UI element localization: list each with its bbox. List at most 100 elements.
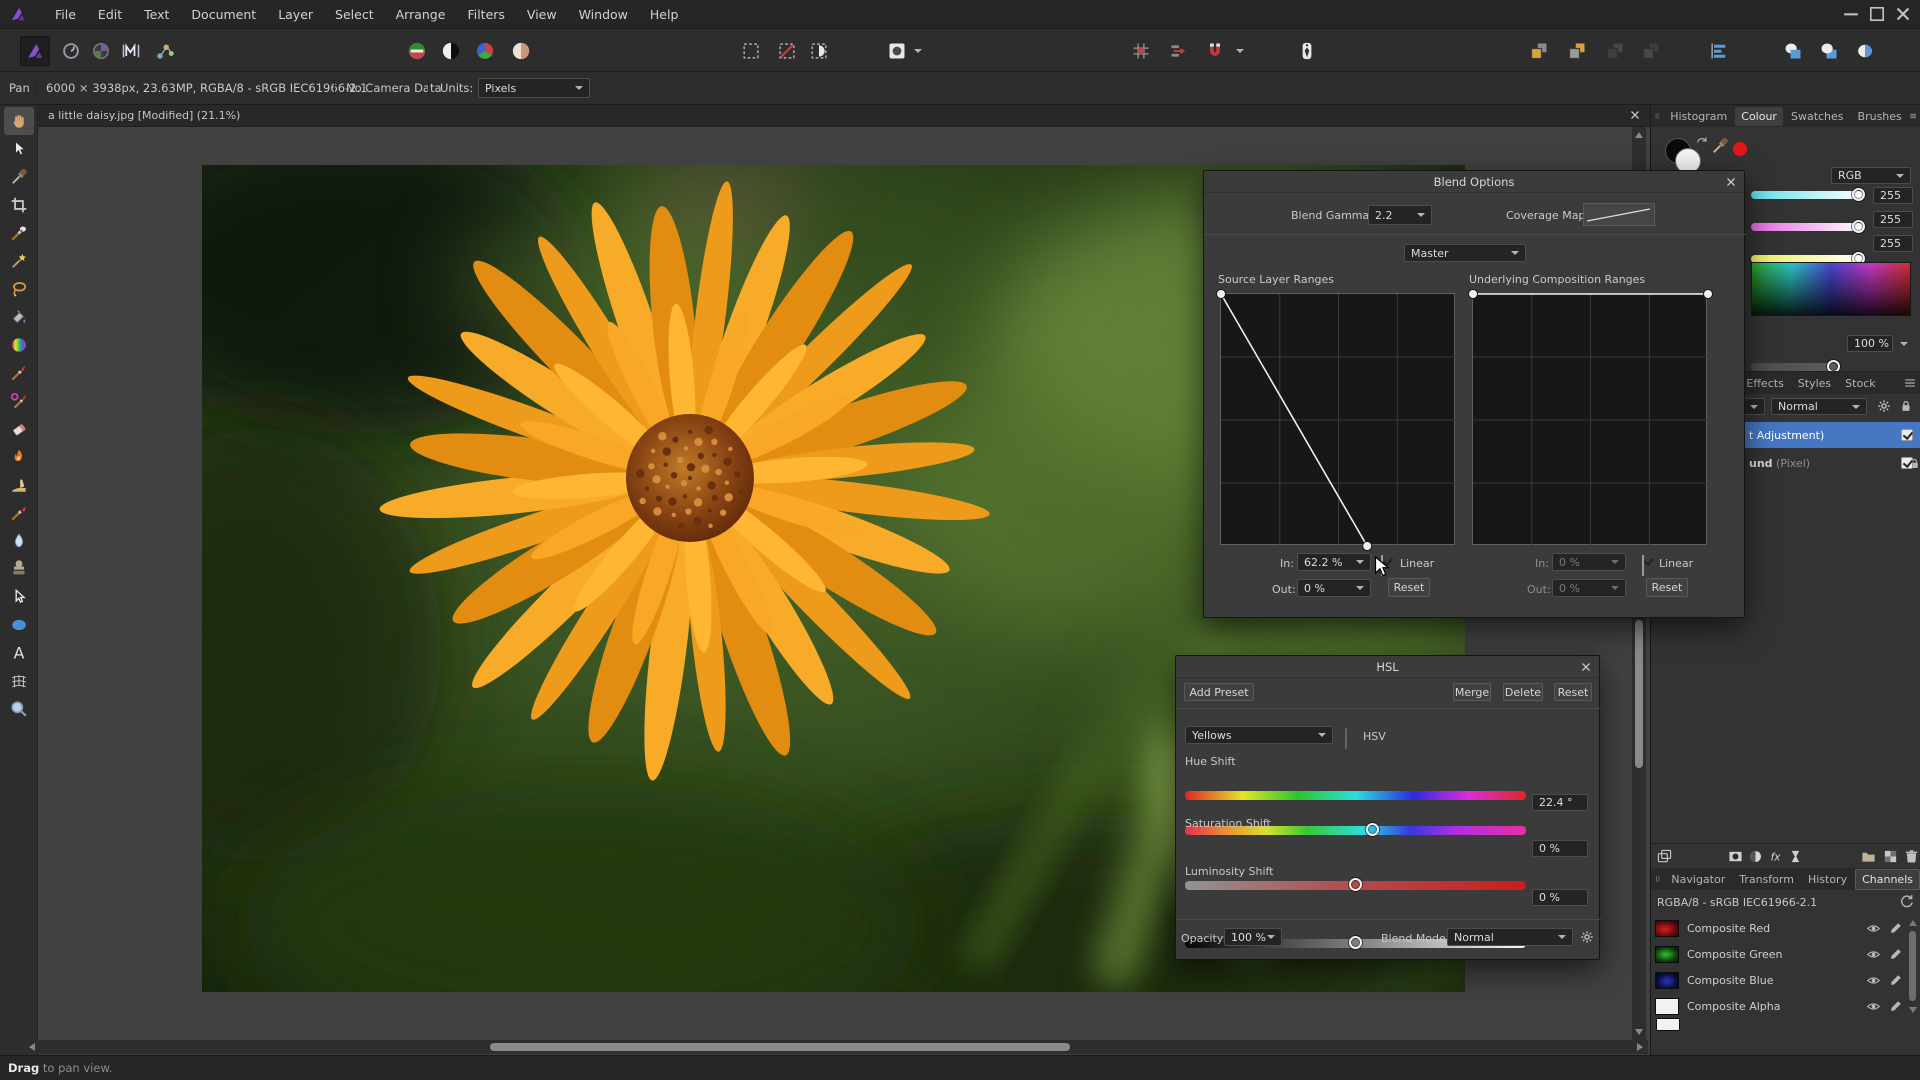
group-layers-icon[interactable] bbox=[1861, 849, 1876, 864]
maximize-button[interactable] bbox=[1864, 3, 1890, 25]
layer-visibility-checkbox[interactable] bbox=[1901, 429, 1913, 441]
gradient-tool[interactable] bbox=[4, 331, 34, 359]
scroll-left-icon[interactable] bbox=[29, 1043, 35, 1051]
boolean-add-button[interactable] bbox=[1778, 36, 1808, 66]
menu-view[interactable]: View bbox=[516, 0, 568, 29]
boolean-subtract-button[interactable] bbox=[1814, 36, 1844, 66]
underlying-linear-checkbox[interactable] bbox=[1642, 555, 1644, 576]
hsl-settings-gear-icon[interactable] bbox=[1580, 930, 1594, 944]
move-tool[interactable] bbox=[4, 135, 34, 163]
coverage-map-thumbnail[interactable] bbox=[1583, 203, 1655, 226]
assistant-button[interactable] bbox=[1292, 36, 1322, 66]
pixel-grid-button[interactable] bbox=[1126, 36, 1156, 66]
selection-brush-tool[interactable] bbox=[4, 219, 34, 247]
liquify-persona-button[interactable] bbox=[56, 36, 86, 66]
tab-colour[interactable]: Colour bbox=[1735, 107, 1783, 126]
mesh-warp-tool[interactable] bbox=[4, 667, 34, 695]
menu-edit[interactable]: Edit bbox=[87, 0, 133, 29]
layer-lock-icon[interactable] bbox=[1899, 399, 1913, 413]
luminosity-shift-value[interactable]: 0 % bbox=[1532, 889, 1588, 906]
snapping-button[interactable] bbox=[1200, 36, 1230, 66]
luminosity-shift-handle[interactable] bbox=[1349, 936, 1362, 949]
tab-history[interactable]: History bbox=[1802, 870, 1853, 889]
colour-opacity-value[interactable]: 100 % bbox=[1847, 335, 1893, 352]
scroll-up-icon[interactable] bbox=[1635, 132, 1643, 138]
picked-colour-swatch[interactable] bbox=[1733, 142, 1747, 156]
develop-persona-button[interactable] bbox=[86, 36, 116, 66]
flood-fill-tool[interactable] bbox=[4, 303, 34, 331]
green-value[interactable]: 255 bbox=[1873, 211, 1913, 228]
source-in-select[interactable]: 62.2 % bbox=[1297, 553, 1371, 571]
sharpen-brush-tool[interactable] bbox=[4, 499, 34, 527]
menu-arrange[interactable]: Arrange bbox=[385, 0, 457, 29]
menu-window[interactable]: Window bbox=[568, 0, 639, 29]
node-tool[interactable] bbox=[4, 583, 34, 611]
source-ranges-curve[interactable] bbox=[1220, 293, 1455, 545]
panel-grip-icon[interactable] bbox=[1653, 872, 1662, 886]
snapping-options-caret[interactable] bbox=[1236, 49, 1244, 53]
hsl-preset-select[interactable]: Yellows bbox=[1185, 726, 1333, 744]
channel-visible-icon[interactable] bbox=[1866, 973, 1881, 988]
scroll-down-icon[interactable] bbox=[1635, 1029, 1643, 1035]
force-pixel-alignment-button[interactable] bbox=[1164, 36, 1194, 66]
minimize-button[interactable] bbox=[1838, 3, 1864, 25]
artistic-text-tool[interactable]: A bbox=[4, 639, 34, 667]
layer-settings-gear-icon[interactable] bbox=[1877, 399, 1891, 413]
underlying-out-select[interactable]: 0 % bbox=[1552, 579, 1626, 597]
zoom-tool[interactable] bbox=[4, 695, 34, 723]
colour-picker-icon[interactable] bbox=[1711, 137, 1729, 155]
red-value[interactable]: 255 bbox=[1873, 187, 1913, 204]
channels-scroll-down-icon[interactable] bbox=[1909, 1007, 1917, 1013]
saturation-shift-value[interactable]: 0 % bbox=[1532, 840, 1588, 857]
saturation-shift-slider[interactable] bbox=[1185, 881, 1526, 890]
menu-filters[interactable]: Filters bbox=[456, 0, 515, 29]
hue-shift-value[interactable]: 22.4 ° bbox=[1532, 794, 1588, 811]
tab-transform[interactable]: Transform bbox=[1733, 870, 1800, 889]
move-forward-button[interactable] bbox=[1562, 36, 1592, 66]
channel-row-red[interactable]: Composite Red bbox=[1655, 916, 1917, 940]
swap-colours-icon[interactable] bbox=[1695, 133, 1709, 147]
colour-box[interactable] bbox=[1751, 262, 1911, 316]
menu-layer[interactable]: Layer bbox=[267, 0, 324, 29]
horizontal-scroll-thumb[interactable] bbox=[490, 1043, 1070, 1051]
new-layer-icon[interactable] bbox=[1883, 849, 1898, 864]
blend-channel-select[interactable]: Master bbox=[1404, 244, 1526, 262]
merge-button[interactable]: Merge bbox=[1453, 683, 1491, 701]
freehand-selection-tool[interactable] bbox=[4, 275, 34, 303]
document-tab[interactable]: a little daisy.jpg [Modified] (21.1%) bbox=[48, 109, 240, 122]
layer-effects-icon[interactable]: fx bbox=[1768, 849, 1783, 864]
source-out-select[interactable]: 0 % bbox=[1297, 579, 1371, 597]
scroll-right-icon[interactable] bbox=[1637, 1043, 1643, 1051]
tone-mapping-persona-button[interactable] bbox=[116, 36, 146, 66]
alignment-button[interactable] bbox=[1704, 36, 1734, 66]
photo-persona-button[interactable] bbox=[20, 36, 50, 66]
tab-brushes[interactable]: Brushes bbox=[1852, 107, 1908, 126]
caret-down-icon[interactable] bbox=[1900, 342, 1908, 346]
hsv-checkbox[interactable] bbox=[1345, 728, 1347, 749]
channels-scroll-thumb[interactable] bbox=[1909, 931, 1916, 1001]
blur-brush-tool[interactable] bbox=[4, 527, 34, 555]
selection-overlap-button[interactable] bbox=[804, 36, 834, 66]
tab-effects[interactable]: Effects bbox=[1740, 374, 1789, 393]
tab-stock[interactable]: Stock bbox=[1839, 374, 1881, 393]
vertical-scroll-thumb[interactable] bbox=[1635, 620, 1643, 768]
view-tool[interactable] bbox=[4, 107, 34, 135]
panel-menu-icon[interactable] bbox=[1909, 109, 1917, 123]
panel-grip-icon[interactable] bbox=[1653, 109, 1661, 123]
close-button[interactable] bbox=[1890, 3, 1916, 25]
menu-select[interactable]: Select bbox=[324, 0, 385, 29]
red-slider[interactable] bbox=[1751, 191, 1863, 199]
menu-file[interactable]: File bbox=[44, 0, 87, 29]
boolean-divide-button[interactable] bbox=[1850, 36, 1880, 66]
tab-histogram[interactable]: Histogram bbox=[1664, 107, 1733, 126]
channel-visible-icon[interactable] bbox=[1866, 947, 1881, 962]
reset-channels-icon[interactable] bbox=[1899, 894, 1914, 909]
source-reset-button[interactable]: Reset bbox=[1388, 578, 1430, 597]
paint-brush-tool[interactable] bbox=[4, 359, 34, 387]
underlying-in-select[interactable]: 0 % bbox=[1552, 553, 1626, 571]
tab-channels[interactable]: Channels bbox=[1855, 869, 1920, 890]
blue-value[interactable]: 255 bbox=[1873, 235, 1913, 252]
flood-select-tool[interactable] bbox=[4, 247, 34, 275]
clone-brush-tool[interactable] bbox=[4, 555, 34, 583]
auto-white-balance-button[interactable] bbox=[506, 36, 536, 66]
